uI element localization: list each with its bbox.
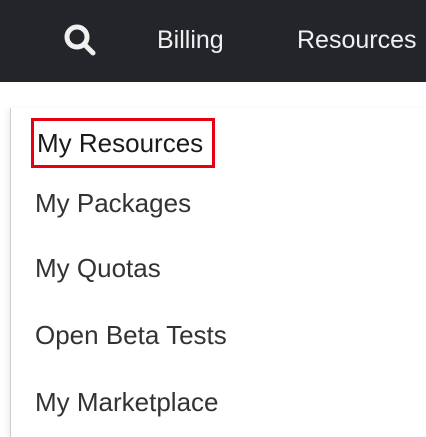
screenshot-page: Billing Resources My Resources My Packag… bbox=[0, 0, 426, 437]
top-navigation-bar: Billing Resources bbox=[0, 0, 426, 82]
nav-billing[interactable]: Billing bbox=[157, 22, 224, 58]
menu-item-my-marketplace[interactable]: My Marketplace bbox=[35, 378, 219, 426]
menu-item-my-quotas[interactable]: My Quotas bbox=[35, 244, 161, 292]
resources-dropdown-menu: My Resources My Packages My Quotas Open … bbox=[10, 108, 426, 437]
menu-item-my-packages[interactable]: My Packages bbox=[35, 179, 191, 227]
dropdown-caret bbox=[384, 94, 412, 108]
search-icon[interactable] bbox=[62, 22, 98, 58]
nav-resources[interactable]: Resources bbox=[297, 22, 426, 58]
menu-item-my-resources[interactable]: My Resources bbox=[31, 118, 216, 168]
menu-item-open-beta-tests[interactable]: Open Beta Tests bbox=[35, 311, 227, 359]
